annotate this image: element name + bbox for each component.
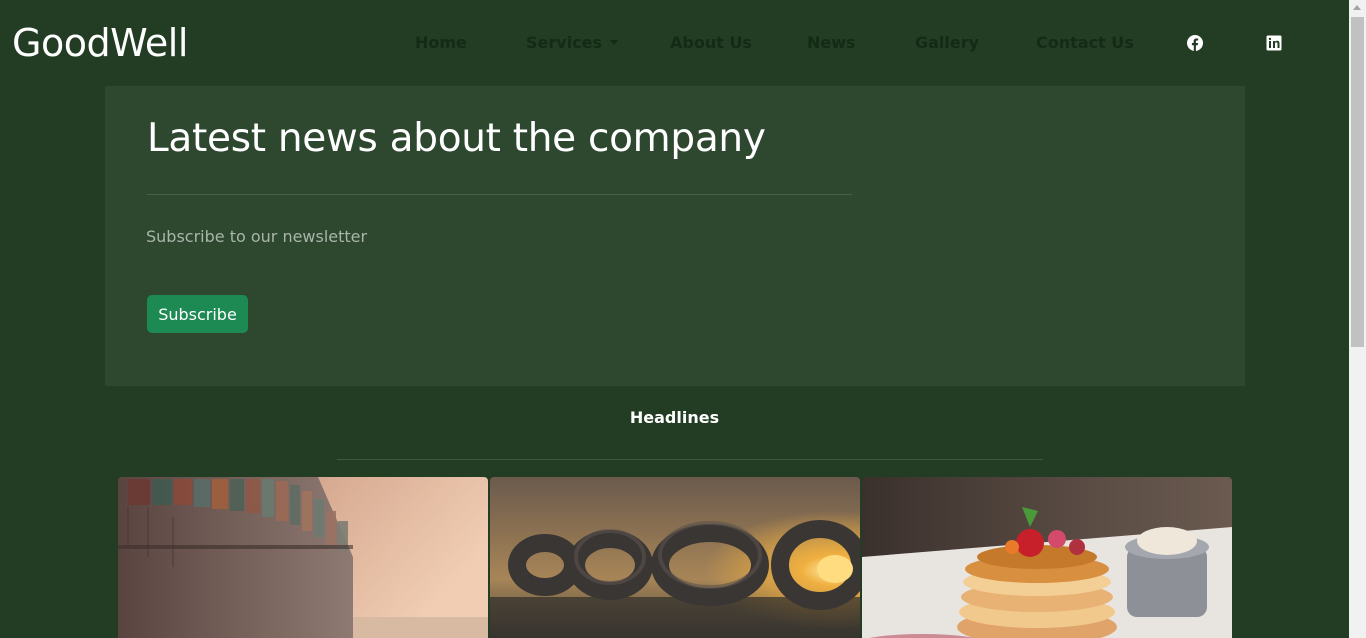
headlines-divider — [337, 459, 1043, 460]
chain-sunset-image — [490, 477, 860, 638]
nav-news[interactable]: News — [807, 30, 856, 56]
scrollbar-thumb[interactable] — [1351, 17, 1364, 347]
facebook-icon[interactable] — [1187, 35, 1203, 51]
hero-title: Latest news about the company — [147, 116, 766, 161]
nav-services-label: Services — [526, 33, 603, 52]
nav-home[interactable]: Home — [415, 30, 467, 56]
scroll-up-icon[interactable] — [1353, 5, 1361, 10]
hero-subtitle: Subscribe to our newsletter — [146, 227, 368, 246]
pancakes-image — [862, 477, 1232, 638]
brand-logo[interactable]: GoodWell — [12, 18, 188, 68]
hero-divider — [147, 194, 852, 195]
linkedin-icon[interactable] — [1266, 35, 1282, 51]
subscribe-button[interactable]: Subscribe — [147, 295, 248, 333]
hero-jumbotron: Latest news about the company Subscribe … — [105, 86, 1245, 386]
cargo-ship-image — [118, 477, 488, 638]
nav-contact-us[interactable]: Contact Us — [1036, 30, 1134, 56]
page: GoodWell Home Services About Us News Gal… — [0, 0, 1349, 638]
chevron-down-icon — [610, 40, 619, 45]
news-card-2[interactable] — [490, 477, 860, 638]
news-card-1[interactable] — [118, 477, 488, 638]
nav-services[interactable]: Services — [526, 30, 619, 56]
page-scrollbar[interactable] — [1349, 0, 1366, 638]
news-card-3[interactable] — [862, 477, 1232, 638]
nav-about-us[interactable]: About Us — [670, 30, 752, 56]
nav-gallery[interactable]: Gallery — [915, 30, 979, 56]
headlines-title: Headlines — [629, 408, 720, 427]
